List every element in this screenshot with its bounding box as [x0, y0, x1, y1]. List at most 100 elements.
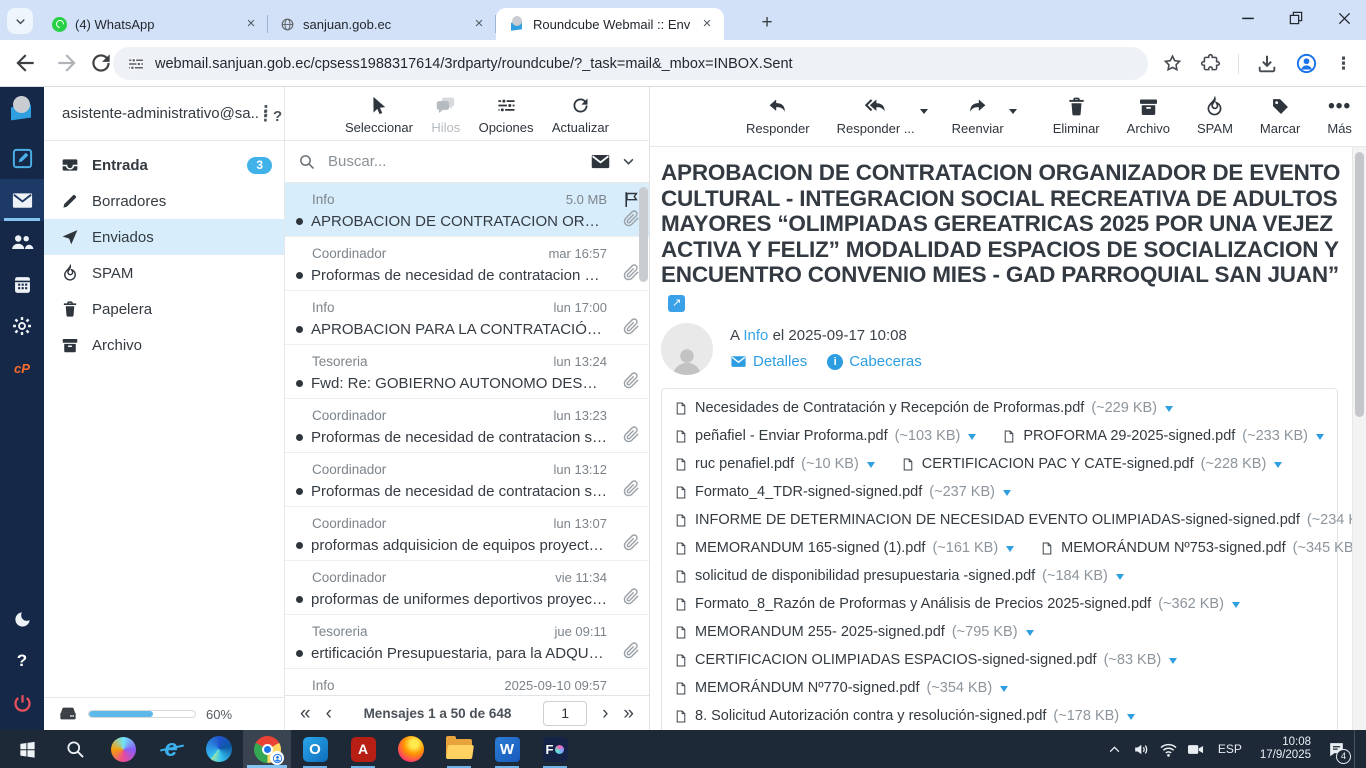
- extensions-icon[interactable]: [1200, 53, 1221, 74]
- attachment-file[interactable]: peñafiel - Enviar Proforma.pdf(~103 KB): [674, 428, 976, 445]
- attachment-file[interactable]: solicitud de disponibilidad presupuestar…: [674, 568, 1124, 585]
- dark-mode-button[interactable]: [0, 598, 44, 640]
- delete-button[interactable]: Eliminar: [1053, 96, 1100, 136]
- calendar-nav-button[interactable]: [0, 263, 44, 305]
- contacts-nav-button[interactable]: [0, 221, 44, 263]
- message-row[interactable]: Coordinadorlun 13:12 Proformas de necesi…: [285, 453, 649, 507]
- tray-expand-button[interactable]: [1101, 730, 1128, 768]
- address-bar[interactable]: webmail.sanjuan.gob.ec/cpsess1988317614/…: [113, 47, 1148, 80]
- attachment-menu-caret[interactable]: [1274, 462, 1282, 472]
- headers-link[interactable]: iCabeceras: [827, 353, 922, 370]
- edge-button[interactable]: [195, 730, 243, 768]
- attachment-menu-caret[interactable]: [1232, 602, 1240, 612]
- spam-button[interactable]: SPAM: [1197, 96, 1233, 136]
- mail-nav-button[interactable]: [0, 179, 44, 221]
- attachment-file[interactable]: MEMORÁNDUM Nº770-signed.pdf(~354 KB): [674, 680, 1008, 697]
- open-external-icon[interactable]: ↗: [668, 295, 685, 312]
- new-tab-button[interactable]: +: [755, 12, 779, 36]
- account-menu-icon[interactable]: ⋮⋮?: [258, 109, 274, 119]
- attachment-menu-caret[interactable]: [1116, 574, 1124, 584]
- settings-nav-button[interactable]: [0, 305, 44, 347]
- archive-button[interactable]: Archivo: [1127, 96, 1170, 136]
- tab-close-icon[interactable]: ×: [242, 15, 260, 33]
- taskbar-search-button[interactable]: [51, 730, 99, 768]
- details-link[interactable]: Detalles: [730, 353, 807, 370]
- tab-search-button[interactable]: [7, 8, 33, 34]
- file-explorer-button[interactable]: [435, 730, 483, 768]
- refresh-button[interactable]: [88, 50, 114, 76]
- internet-explorer-button[interactable]: e: [147, 730, 195, 768]
- message-row[interactable]: Info5.0 MB APROBACION DE CONTRATACION OR…: [285, 183, 649, 237]
- message-row[interactable]: Coordinadorlun 13:07 proformas adquisici…: [285, 507, 649, 561]
- message-row[interactable]: Coordinadormar 16:57 Proformas de necesi…: [285, 237, 649, 291]
- show-desktop-button[interactable]: [1354, 730, 1358, 768]
- word-button[interactable]: W: [483, 730, 531, 768]
- page-number-input[interactable]: [543, 701, 587, 726]
- options-button[interactable]: Opciones: [479, 95, 534, 135]
- attachment-file[interactable]: Formato_8_Razón de Proformas y Análisis …: [674, 596, 1240, 613]
- attachment-file[interactable]: CERTIFICACION PAC Y CATE-signed.pdf(~228…: [901, 456, 1283, 473]
- language-indicator[interactable]: ESP: [1209, 742, 1251, 756]
- acrobat-button[interactable]: A: [339, 730, 387, 768]
- mark-button[interactable]: Marcar: [1260, 96, 1300, 136]
- attachment-menu-caret[interactable]: [1026, 630, 1034, 640]
- attachment-file[interactable]: ruc penafiel.pdf(~10 KB): [674, 456, 875, 473]
- site-settings-icon[interactable]: [127, 55, 145, 73]
- attachment-menu-caret[interactable]: [1165, 406, 1173, 416]
- attachment-file[interactable]: MEMORANDUM 255- 2025-signed.pdf(~795 KB): [674, 624, 1034, 641]
- network-button[interactable]: [1155, 730, 1182, 768]
- list-scrollbar-thumb[interactable]: [639, 187, 648, 282]
- close-button[interactable]: [1330, 4, 1358, 32]
- bookmark-star-icon[interactable]: [1162, 53, 1183, 74]
- reader-scrollbar-thumb[interactable]: [1355, 152, 1364, 417]
- threads-button[interactable]: Hilos: [431, 95, 460, 135]
- attachment-file[interactable]: MEMORÁNDUM Nº753-signed.pdf(~345 KB): [1040, 540, 1366, 557]
- next-page-icon[interactable]: ›: [602, 704, 608, 723]
- meet-now-button[interactable]: [1182, 730, 1209, 768]
- attachment-menu-caret[interactable]: [1127, 714, 1135, 724]
- forward-button[interactable]: [54, 50, 80, 76]
- folder-spam[interactable]: SPAM: [44, 255, 284, 291]
- attachment-menu-caret[interactable]: [867, 462, 875, 472]
- attachment-file[interactable]: INFORME DE DETERMINACION DE NECESIDAD EV…: [674, 512, 1366, 529]
- refresh-list-button[interactable]: Actualizar: [552, 95, 609, 135]
- attachment-file[interactable]: MEMORANDUM 165-signed (1).pdf(~161 KB): [674, 540, 1014, 557]
- more-button[interactable]: •••Más: [1327, 96, 1352, 136]
- search-options-chevron-icon[interactable]: [621, 154, 636, 169]
- cpanel-button[interactable]: cP: [0, 347, 44, 389]
- tab-close-icon[interactable]: ×: [470, 15, 488, 33]
- clock[interactable]: 10:0817/9/2025: [1251, 736, 1320, 763]
- select-button[interactable]: Seleccionar: [345, 95, 413, 135]
- downloads-icon[interactable]: [1256, 53, 1278, 75]
- attachment-menu-caret[interactable]: [1000, 686, 1008, 696]
- attachment-menu-caret[interactable]: [1006, 546, 1014, 556]
- folder-enviados[interactable]: Enviados: [44, 219, 284, 255]
- outlook-button[interactable]: O: [291, 730, 339, 768]
- reply-all-button[interactable]: Responder ...: [837, 96, 915, 136]
- search-scope-mail-icon[interactable]: [590, 151, 611, 172]
- volume-button[interactable]: [1128, 730, 1155, 768]
- recipient-link[interactable]: Info: [743, 327, 768, 344]
- attachment-menu-caret[interactable]: [1003, 490, 1011, 500]
- reply-all-menu-caret[interactable]: [920, 109, 928, 118]
- forward-menu-caret[interactable]: [1009, 109, 1017, 118]
- f-app-button[interactable]: F: [531, 730, 579, 768]
- compose-button[interactable]: [0, 137, 44, 179]
- attachment-menu-caret[interactable]: [1316, 434, 1324, 444]
- browser-menu-icon[interactable]: ⋮: [1335, 61, 1352, 67]
- folder-borradores[interactable]: Borradores: [44, 183, 284, 219]
- search-input[interactable]: [326, 152, 580, 171]
- attachment-file[interactable]: 8. Solicitud Autorización contra y resol…: [674, 708, 1135, 725]
- folder-papelera[interactable]: Papelera: [44, 291, 284, 327]
- message-row[interactable]: Infolun 17:00 APROBACION PARA LA CONTRAT…: [285, 291, 649, 345]
- attachment-file[interactable]: Necesidades de Contratación y Recepción …: [674, 400, 1173, 417]
- profile-icon[interactable]: [1295, 52, 1318, 75]
- message-row[interactable]: Tesorerialun 13:24 Fwd: Re: GOBIERNO AUT…: [285, 345, 649, 399]
- first-page-icon[interactable]: «: [300, 704, 311, 723]
- folder-archivo[interactable]: Archivo: [44, 327, 284, 363]
- reader-scrollbar[interactable]: [1352, 147, 1366, 730]
- attachment-menu-caret[interactable]: [968, 434, 976, 444]
- folder-entrada[interactable]: Entrada 3: [44, 147, 284, 183]
- tab-roundcube[interactable]: Roundcube Webmail :: Enviados ×: [496, 8, 724, 40]
- logout-button[interactable]: [0, 682, 44, 724]
